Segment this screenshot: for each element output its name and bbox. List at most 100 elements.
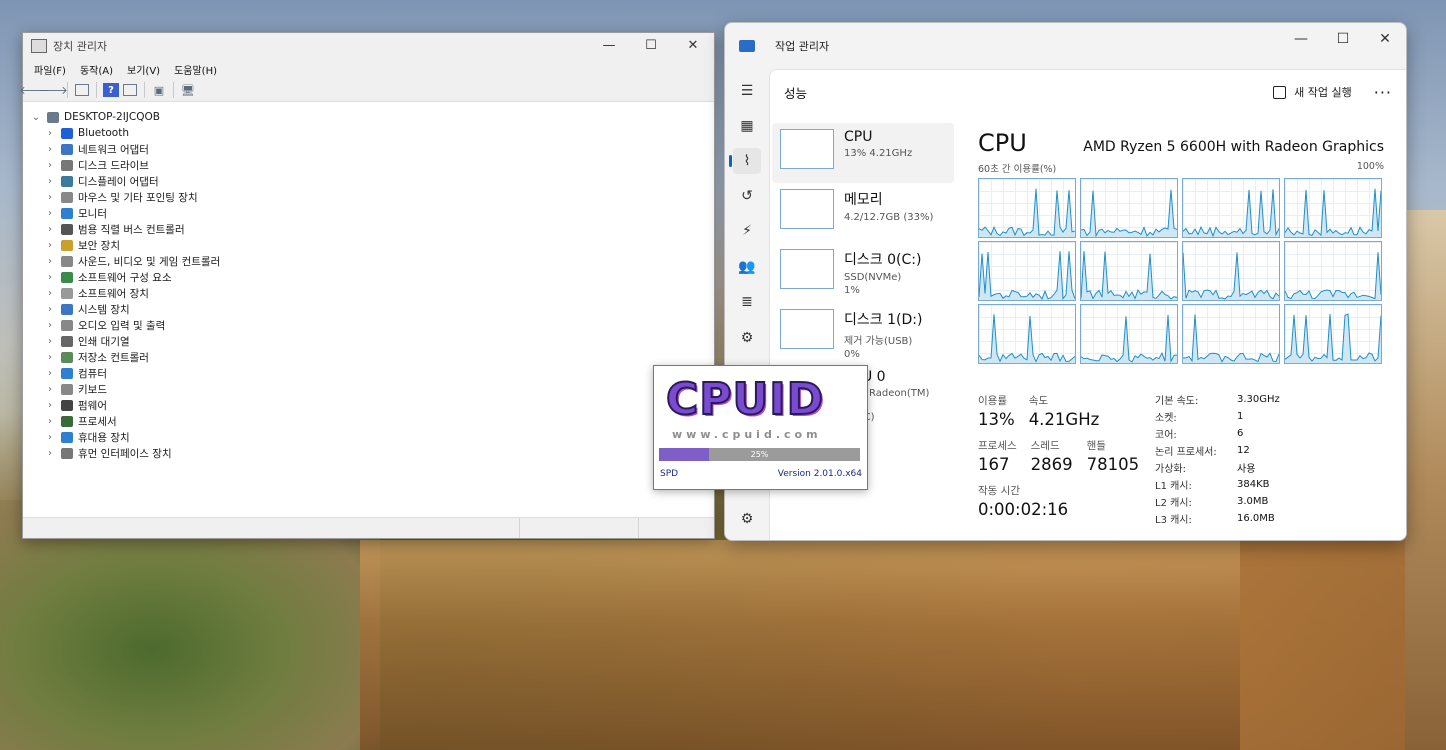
chevron-right-icon[interactable]: › [43,304,57,315]
tree-item-label: 저장소 컨트롤러 [78,351,149,364]
tree-item[interactable]: › 네트워크 어댑터 [29,141,714,157]
chevron-right-icon[interactable]: › [43,160,57,171]
tree-item[interactable]: › 인쇄 대기열 [29,333,714,349]
toolbar-divider [96,82,97,98]
software-component-icon [61,271,73,283]
properties-icon[interactable] [74,83,90,97]
tree-item[interactable]: › 소프트웨어 장치 [29,285,714,301]
tree-item-label: 인쇄 대기열 [78,335,130,348]
menu-file[interactable]: 파일(F) [27,62,73,77]
firmware-icon [61,399,73,411]
chevron-right-icon[interactable]: › [43,320,57,331]
tree-item[interactable]: › 휴대용 장치 [29,429,714,445]
tree-item[interactable]: › 소프트웨어 구성 요소 [29,269,714,285]
hamburger-menu-icon[interactable]: ☰ [733,78,761,104]
perf-item-detail: SSD(NVMe) [844,272,902,283]
menu-action[interactable]: 동작(A) [73,62,120,77]
device-manager-titlebar[interactable]: 장치 관리자 — ☐ ✕ [23,33,714,59]
task-manager-titlebar[interactable]: 작업 관리자 — ☐ ✕ [725,23,1406,69]
processes-icon[interactable]: ▦ [733,113,761,139]
processor-graph [1284,178,1382,238]
spec-row: L1 캐시: 384KB [1155,476,1280,493]
chevron-right-icon[interactable]: › [43,448,57,459]
tree-item[interactable]: › 모니터 [29,205,714,221]
tree-item[interactable]: › 프로세서 [29,413,714,429]
tree-root[interactable]: ⌄ DESKTOP-2IJCQOB [29,109,714,125]
chevron-right-icon[interactable]: › [43,272,57,283]
chevron-right-icon[interactable]: › [43,192,57,203]
chevron-right-icon[interactable]: › [43,256,57,267]
details-icon[interactable]: ≣ [733,289,761,315]
chevron-right-icon[interactable]: › [43,176,57,187]
perf-item[interactable]: 디스크 1(D:) 제거 가능(USB) 0% [772,303,954,363]
status-cell [23,518,520,538]
tree-item[interactable]: › 컴퓨터 [29,365,714,381]
minimize-button[interactable]: — [588,33,630,59]
chevron-right-icon[interactable]: › [43,208,57,219]
forward-arrow-icon[interactable]: 🡒 [38,83,68,97]
chevron-right-icon[interactable]: › [43,144,57,155]
console-view-icon[interactable] [122,83,138,97]
maximize-button[interactable]: ☐ [630,33,672,59]
tree-item[interactable]: › 키보드 [29,381,714,397]
chevron-right-icon[interactable]: › [43,288,57,299]
tree-item[interactable]: › 디스플레이 어댑터 [29,173,714,189]
run-task-icon [1273,85,1287,99]
tree-item[interactable]: › 오디오 입력 및 출력 [29,317,714,333]
chevron-right-icon[interactable]: › [43,240,57,251]
users-icon[interactable]: 👥 [733,254,761,280]
tree-item-label: 디스플레이 어댑터 [78,175,159,188]
tree-item-label: 시스템 장치 [78,303,130,316]
uptime-value: 0:00:02:16 [978,500,1069,519]
minimize-button[interactable]: — [1280,26,1322,52]
usb-icon [61,223,73,235]
graph-caption: 60초 간 이용률(%) [978,164,1057,175]
chevron-right-icon[interactable]: › [43,416,57,427]
update-driver-icon[interactable]: ▣ [151,83,167,97]
perf-item[interactable]: CPU 13% 4.21GHz [772,123,954,183]
tree-item[interactable]: › 보안 장치 [29,237,714,253]
spec-value: 384KB [1237,479,1270,490]
tree-item[interactable]: › 사운드, 비디오 및 게임 컨트롤러 [29,253,714,269]
services-icon[interactable]: ⚙ [733,325,761,351]
close-button[interactable]: ✕ [672,33,714,59]
settings-icon[interactable]: ⚙ [733,506,761,532]
menu-view[interactable]: 보기(V) [120,62,167,77]
chevron-right-icon[interactable]: › [43,384,57,395]
help-icon[interactable]: ? [103,83,119,97]
chevron-right-icon[interactable]: › [43,400,57,411]
tree-item[interactable]: › Bluetooth [29,125,714,141]
tree-item[interactable]: › 마우스 및 기타 포인팅 장치 [29,189,714,205]
chevron-right-icon[interactable]: › [43,368,57,379]
spec-key: L2 캐시: [1155,498,1192,509]
startup-apps-icon[interactable]: ⚡ [733,218,761,244]
chevron-right-icon[interactable]: › [43,336,57,347]
perf-item[interactable]: 메모리 4.2/12.7GB (33%) [772,183,954,243]
scan-hardware-icon[interactable]: 🖥 [180,83,196,97]
tree-item[interactable]: › 범용 직렬 버스 컨트롤러 [29,221,714,237]
performance-icon[interactable]: ⌇ [729,148,761,174]
chevron-right-icon[interactable]: › [43,224,57,235]
device-tree: ⌄ DESKTOP-2IJCQOB › Bluetooth › 네트워크 어댑터 › 디스… [23,105,714,518]
tree-item-label: 마우스 및 기타 포인팅 장치 [78,191,198,204]
tree-item[interactable]: › 시스템 장치 [29,301,714,317]
chevron-right-icon[interactable]: › [43,128,57,139]
maximize-button[interactable]: ☐ [1322,26,1364,52]
processor-graph [1080,178,1178,238]
tree-item[interactable]: › 펌웨어 [29,397,714,413]
more-options-button[interactable]: ··· [1374,83,1392,102]
tree-item[interactable]: › 디스크 드라이브 [29,157,714,173]
tree-item[interactable]: › 저장소 컨트롤러 [29,349,714,365]
chevron-right-icon[interactable]: › [43,432,57,443]
close-button[interactable]: ✕ [1364,26,1406,52]
chevron-right-icon[interactable]: › [43,352,57,363]
device-manager-app-icon [31,39,47,53]
tree-item[interactable]: › 휴먼 인터페이스 장치 [29,445,714,461]
perf-item[interactable]: 디스크 0(C:) SSD(NVMe) 1% [772,243,954,303]
app-history-icon[interactable]: ↺ [733,183,761,209]
menu-help[interactable]: 도움말(H) [167,62,224,77]
processor-graph [1284,304,1382,364]
run-new-task-button[interactable]: 새 작업 실행 [1273,84,1352,100]
cpuid-url: www.cpuid.com [672,428,822,441]
chevron-down-icon[interactable]: ⌄ [29,112,43,123]
